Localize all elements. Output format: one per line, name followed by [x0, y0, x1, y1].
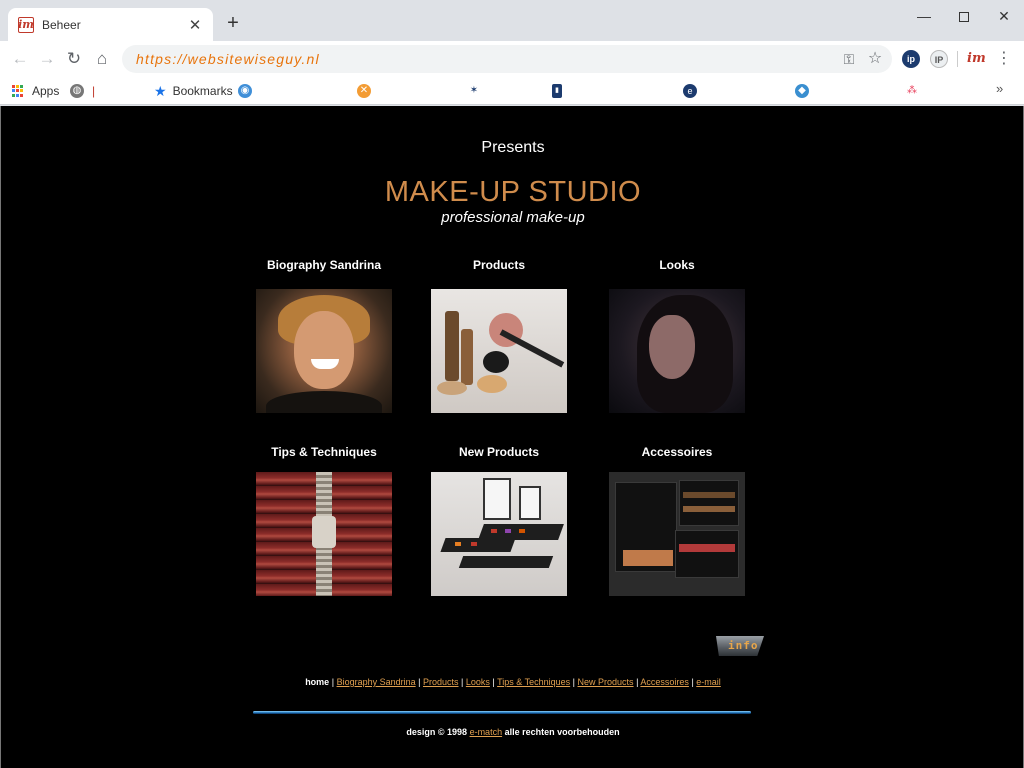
e-site-icon: e: [683, 84, 697, 98]
browser-toolbar: ← → ↻ ⌂ ⚿ ☆ ip IP im ⋮: [0, 41, 1024, 77]
globe-icon: ◉: [238, 84, 252, 98]
bookmarks-bar: Apps ◍ | ★ Bookmarks ◉ ✕ ✶ ▮ e ◆ ⁂ »: [0, 77, 1024, 105]
credit-suffix: alle rechten voorbehouden: [504, 727, 620, 737]
tips-photo[interactable]: [256, 472, 392, 596]
home-icon[interactable]: ⌂: [90, 47, 114, 71]
footer-link-looks[interactable]: Looks: [466, 677, 490, 687]
apps-label: Apps: [32, 84, 60, 98]
presents-text: Presents: [481, 139, 545, 156]
products-photo[interactable]: [431, 289, 567, 413]
web-page: Presents MAKE-UP STUDIO professional mak…: [0, 106, 1024, 768]
menu-dots-icon[interactable]: ⋮: [996, 47, 1012, 71]
bookmark-orange[interactable]: ✕: [357, 81, 371, 101]
maximize-icon: [959, 12, 969, 23]
footer-credit: design © 1998 e-match alle rechten voorb…: [1, 727, 1023, 737]
browser-titlebar: im Beheer ✕ + — ✕: [0, 0, 1024, 41]
tab-close-icon[interactable]: ✕: [187, 16, 203, 34]
window-minimize-button[interactable]: —: [904, 4, 944, 28]
bookmarks-folder[interactable]: ★ Bookmarks: [154, 81, 233, 101]
tower-icon: ▮: [552, 84, 562, 98]
tile-label-tips[interactable]: Tips & Techniques: [234, 445, 414, 459]
footer-nav: home | Biography Sandrina | Products | L…: [305, 677, 721, 687]
info-button[interactable]: info: [716, 636, 764, 656]
bookmark-tower[interactable]: ▮: [552, 81, 562, 101]
apps-grid-icon: [12, 85, 24, 97]
cube-icon: ◆: [795, 84, 809, 98]
orange-x-icon: ✕: [357, 84, 371, 98]
bookmark-star-icon[interactable]: ☆: [866, 50, 884, 68]
studio-subtitle: professional make-up: [441, 209, 585, 226]
bookmark-dots[interactable]: ⁂: [905, 81, 919, 101]
new-tab-button[interactable]: +: [222, 12, 244, 34]
bookmarks-label: Bookmarks: [172, 84, 233, 98]
footer-link-tips[interactable]: Tips & Techniques: [497, 677, 570, 687]
address-bar[interactable]: ⚿ ☆: [122, 45, 892, 73]
bookmarks-overflow-icon[interactable]: »: [996, 81, 1003, 96]
new-products-photo[interactable]: [431, 472, 567, 596]
tab-title: Beheer: [42, 17, 81, 32]
url-input[interactable]: [136, 45, 736, 73]
im-extension-icon[interactable]: im: [967, 50, 986, 68]
star-site-icon: ✶: [469, 85, 479, 96]
bookmark-e-site[interactable]: e: [683, 81, 697, 101]
biography-photo[interactable]: [256, 289, 392, 413]
forward-arrow-icon[interactable]: →: [35, 47, 59, 71]
bookmarks-star-icon: ★: [154, 82, 167, 99]
back-arrow-icon[interactable]: ←: [8, 47, 32, 71]
red-dots-icon: ⁂: [907, 85, 917, 96]
credit-prefix: design © 1998: [406, 727, 468, 737]
tile-label-new-products[interactable]: New Products: [409, 445, 589, 459]
toolbar-divider: [957, 51, 958, 67]
footer-divider: [253, 711, 751, 714]
footer-home: home: [305, 677, 330, 687]
apps-bookmark[interactable]: Apps: [12, 81, 59, 101]
reload-icon[interactable]: ↻: [62, 47, 86, 71]
shield-bookmark-icon: ◍: [70, 84, 84, 98]
tile-label-products[interactable]: Products: [409, 258, 589, 272]
footer-link-biography[interactable]: Biography Sandrina: [337, 677, 416, 687]
info-label: info: [728, 639, 759, 652]
ip-lookup-extension-icon[interactable]: IP: [930, 50, 948, 68]
looks-photo[interactable]: [609, 289, 745, 413]
bookmark-globe[interactable]: ◉: [238, 81, 252, 101]
tile-label-accessoires[interactable]: Accessoires: [587, 445, 767, 459]
key-icon[interactable]: ⚿: [840, 50, 858, 68]
window-close-button[interactable]: ✕: [984, 4, 1024, 28]
ip-extension-icon[interactable]: ip: [902, 50, 920, 68]
footer-link-accessoires[interactable]: Accessoires: [640, 677, 689, 687]
studio-title: MAKE-UP STUDIO: [384, 176, 642, 208]
im-favicon-icon: im: [18, 16, 34, 33]
tile-label-looks[interactable]: Looks: [587, 258, 767, 272]
tile-label-biography[interactable]: Biography Sandrina: [234, 258, 414, 272]
bookmark-star-site[interactable]: ✶: [467, 81, 481, 101]
bookmark-cube[interactable]: ◆: [795, 81, 809, 101]
bookmark-shield[interactable]: ◍ |: [70, 81, 95, 101]
accessoires-photo[interactable]: [609, 472, 745, 596]
bookmark-divider: |: [92, 84, 96, 98]
credit-link-ematch[interactable]: e-match: [470, 727, 503, 737]
footer-link-products[interactable]: Products: [423, 677, 459, 687]
footer-link-email[interactable]: e-mail: [696, 677, 721, 687]
window-maximize-button[interactable]: [944, 4, 984, 28]
browser-tab[interactable]: im Beheer ✕: [8, 8, 213, 41]
footer-link-new-products[interactable]: New Products: [578, 677, 634, 687]
